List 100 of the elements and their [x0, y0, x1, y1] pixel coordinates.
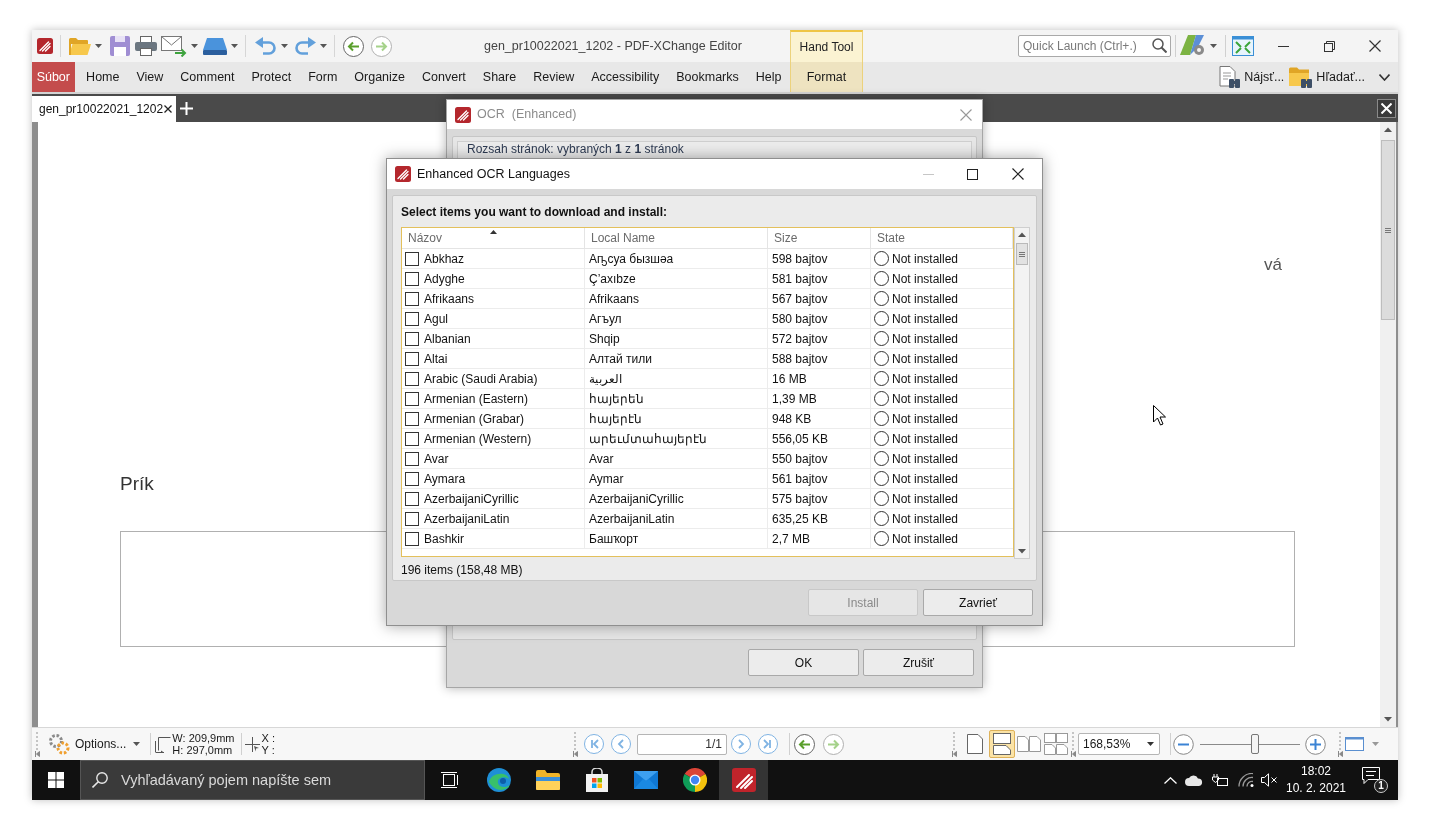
checkbox[interactable] [405, 311, 419, 326]
local-language-name: AzerbaijaniCyrillic [589, 490, 684, 508]
radio-icon [874, 531, 889, 546]
ribbon-tab[interactable]: Comment [171, 62, 243, 92]
battery-plug-icon[interactable] [1211, 774, 1229, 786]
language-name: Armenian (Grabar) [424, 410, 525, 428]
checkbox[interactable] [405, 431, 419, 446]
ribbon-tab[interactable]: Organize [345, 62, 414, 92]
column-header[interactable]: Local Name [585, 228, 768, 248]
find-button[interactable]: Nájsť... [1219, 62, 1285, 92]
column-header[interactable]: Size [768, 228, 871, 248]
caret-icon [1147, 742, 1154, 746]
continuous-pages-icon [993, 733, 1011, 755]
checkbox[interactable] [405, 411, 419, 426]
muted-speaker-icon[interactable] [1261, 773, 1278, 787]
ribbon-tab[interactable]: Share [474, 62, 525, 92]
search-button[interactable]: Hľadať... [1289, 62, 1365, 92]
options-button[interactable]: Options... [48, 733, 141, 755]
checkbox[interactable] [405, 331, 419, 346]
language-name: Avar [424, 450, 449, 468]
local-language-name: Аҧсуа бызшәа [589, 250, 674, 268]
file-size: 635,25 KB [772, 510, 829, 528]
scroll-thumb[interactable] [1016, 243, 1028, 265]
vertical-scrollbar[interactable] [1380, 122, 1396, 727]
ribbon-tab[interactable]: Form [299, 62, 346, 92]
previous-view-button[interactable] [794, 733, 815, 755]
checkbox[interactable] [405, 531, 419, 546]
file-size: 561 bajtov [772, 470, 828, 488]
mouse-pointer-icon [1153, 405, 1166, 426]
checkbox[interactable] [405, 511, 419, 526]
cloud-icon[interactable] [1185, 774, 1203, 786]
page-number-field[interactable]: 1/1 [637, 733, 727, 755]
caret-icon [1372, 742, 1379, 746]
language-name: Adyghe [424, 270, 465, 288]
document-tab[interactable]: gen_pr10022021_1202 [32, 96, 176, 122]
continuous-layout-button[interactable] [989, 730, 1015, 758]
quick-launch-field[interactable]: Quick Launch (Ctrl+.) [1018, 35, 1171, 57]
zoom-in-button[interactable] [1305, 733, 1326, 755]
wifi-icon[interactable] [1238, 773, 1254, 787]
ok-button[interactable]: OK [748, 649, 859, 676]
checkbox[interactable] [405, 251, 419, 266]
close-dialog-button[interactable]: Zavrieť [923, 589, 1033, 616]
ribbon-tab[interactable]: View [127, 62, 172, 92]
ribbon-tab[interactable]: Review [524, 62, 583, 92]
install-state: Not installed [892, 470, 959, 488]
checkbox[interactable] [405, 351, 419, 366]
zoom-combo-box[interactable]: 168,53% [1078, 733, 1160, 755]
close-document-button[interactable] [1377, 98, 1396, 118]
column-header[interactable]: Názov [402, 228, 585, 248]
taskbar-app-button[interactable] [719, 760, 768, 800]
file-size: 572 bajtov [772, 330, 828, 348]
view-mode-button[interactable] [1345, 737, 1379, 751]
checkbox[interactable] [405, 291, 419, 306]
checkbox[interactable] [405, 451, 419, 466]
email-button[interactable] [161, 34, 198, 58]
clock[interactable]: 18:02 10. 2. 2021 [1288, 763, 1344, 797]
ribbon-tab[interactable]: Protect [243, 62, 300, 92]
print-button[interactable] [135, 34, 157, 58]
cancel-button[interactable]: Zrušiť [863, 649, 974, 676]
scroll-thumb[interactable] [1381, 140, 1395, 320]
slider-thumb[interactable] [1251, 734, 1259, 754]
ribbon-tab[interactable]: Home [77, 62, 128, 92]
page-height-text: H: 297,0mm [172, 744, 234, 756]
language-name: Agul [424, 310, 449, 328]
dialog-close-button[interactable] [958, 106, 974, 123]
list-scrollbar[interactable] [1014, 227, 1030, 559]
color-wheel-icon [682, 768, 707, 792]
zoom-slider[interactable] [1200, 734, 1300, 754]
radio-icon [874, 491, 889, 506]
color-tiles-gear-icon [1180, 35, 1206, 57]
column-header[interactable]: State [871, 228, 1013, 248]
new-tab-button[interactable] [180, 101, 193, 115]
taskbar-search-field[interactable]: Vyhľadávaný pojem napíšte sem [80, 760, 425, 800]
save-button[interactable] [110, 34, 130, 58]
context-ribbon-tab[interactable]: Format [790, 62, 863, 92]
local-language-name: Afrikaans [589, 290, 640, 308]
back-button[interactable] [343, 34, 364, 58]
radio-icon [874, 391, 889, 406]
chevron-up-icon[interactable] [1164, 776, 1177, 784]
checkbox[interactable] [405, 471, 419, 486]
zoom-out-button[interactable] [1173, 733, 1194, 755]
checkbox[interactable] [405, 391, 419, 406]
ribbon-tab[interactable]: Bookmarks [667, 62, 748, 92]
facing-continuous-layout-button[interactable] [1043, 730, 1069, 758]
close-icon[interactable] [164, 105, 172, 113]
install-state: Not installed [892, 450, 959, 468]
checkbox[interactable] [405, 271, 419, 286]
notification-button[interactable]: 1 [1362, 767, 1388, 793]
page-range-text: Rozsah stránok: vybraných 1 z 1 stránok [467, 143, 685, 156]
checkbox[interactable] [405, 491, 419, 506]
ribbon-tab[interactable]: Accessibility [582, 62, 668, 92]
file-menu-tab[interactable]: Súbor [32, 62, 75, 92]
ribbon-tab[interactable]: Help [747, 62, 790, 92]
checkbox[interactable] [405, 371, 419, 386]
toolbar-grip-icon [35, 731, 40, 757]
ribbon-tab[interactable]: Convert [413, 62, 475, 92]
language-name: Armenian (Eastern) [424, 390, 529, 408]
caret-icon [95, 44, 102, 48]
left-arrow-circle-icon [343, 35, 364, 57]
language-name: Abkhaz [424, 250, 465, 268]
